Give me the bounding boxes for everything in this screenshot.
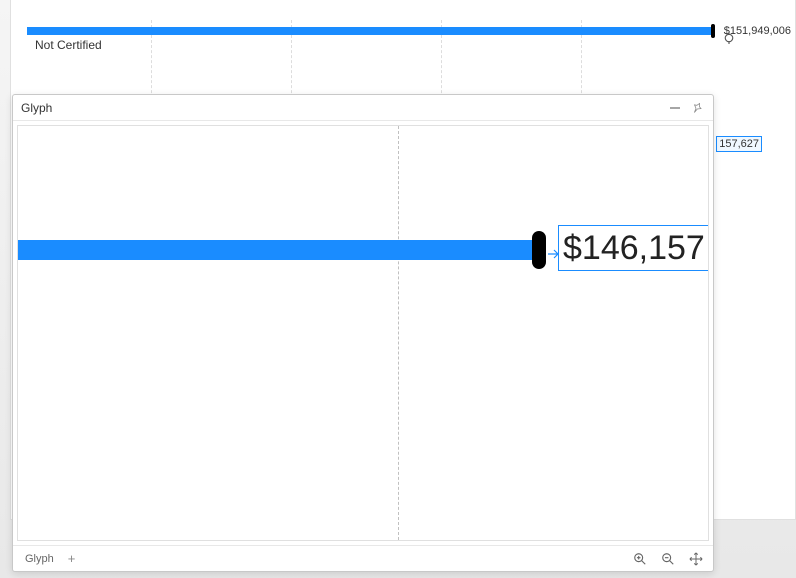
chart-row-label: Not Certified: [35, 38, 102, 52]
glyph-panel-footer: Glyph +: [13, 545, 713, 571]
glyph-layer-tab[interactable]: Glyph: [21, 551, 58, 567]
canvas-guide: [398, 126, 399, 540]
glyph-editor-panel: Glyph $146,157 Glyph +: [12, 94, 714, 572]
zoom-out-icon[interactable]: [659, 550, 677, 568]
chart-bar-marker[interactable]: [711, 24, 715, 38]
glyph-panel-header[interactable]: Glyph: [13, 95, 713, 121]
glyph-bar[interactable]: [18, 240, 538, 260]
pin-icon[interactable]: [689, 100, 705, 116]
glyph-value-label[interactable]: $146,157: [558, 225, 709, 271]
glyph-marker[interactable]: [532, 231, 546, 269]
glyph-panel-title: Glyph: [21, 101, 52, 115]
add-layer-button[interactable]: +: [68, 551, 76, 566]
minimize-icon[interactable]: [667, 100, 683, 116]
chart-value-badge[interactable]: 157,627: [716, 136, 762, 152]
pan-icon[interactable]: [687, 550, 705, 568]
chart-bar[interactable]: [27, 27, 715, 35]
zoom-in-icon[interactable]: [631, 550, 649, 568]
glyph-canvas[interactable]: $146,157: [17, 125, 709, 541]
cursor-icon: [723, 32, 735, 47]
